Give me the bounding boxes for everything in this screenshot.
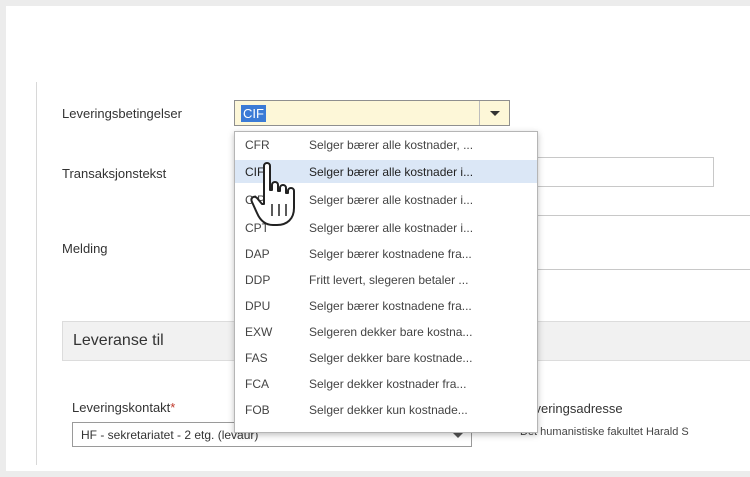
option-desc: Selger bærer alle kostnader, ... (309, 138, 474, 152)
dropdown-option[interactable]: DPU Selger bærer kostnadene fra... (235, 294, 537, 317)
dropdown-option[interactable]: FAS Selger dekker bare kostnade... (235, 346, 537, 369)
option-code: CFR (245, 138, 270, 152)
option-desc: Selger bærer alle kostnader i... (309, 221, 474, 235)
dropdown-option[interactable]: DDP Fritt levert, slegeren betaler ... (235, 268, 537, 291)
contact-label: Leveringskontakt* (72, 400, 175, 415)
chevron-down-icon (490, 111, 500, 116)
required-marker: * (170, 400, 176, 415)
chevron-down-icon (453, 433, 463, 438)
option-code: FAS (245, 351, 268, 365)
option-desc: Selger bærer kostnadene fra... (309, 299, 472, 313)
option-desc: Selgeren dekker bare kostna... (309, 325, 473, 339)
option-code: DDP (245, 273, 271, 287)
section-divider (36, 82, 37, 465)
dropdown-option[interactable]: DAP Selger bærer kostnadene fra... (235, 242, 537, 265)
hand-pointer-icon (250, 162, 295, 226)
dropdown-toggle[interactable] (479, 101, 509, 125)
option-code: FCA (245, 377, 269, 391)
delivery-terms-value: CIF (241, 105, 266, 122)
delivery-terms-select[interactable]: CIF (234, 100, 510, 126)
option-desc: Selger bærer alle kostnader i... (309, 165, 474, 179)
contact-label-text: Leveringskontakt (72, 400, 171, 415)
dropdown-option[interactable]: FOB Selger dekker kun kostnade... (235, 398, 537, 421)
option-code: EXW (245, 325, 273, 339)
option-code: DPU (245, 299, 271, 313)
option-desc: Selger dekker bare kostnade... (309, 351, 473, 365)
option-desc: Selger dekker kostnader fra... (309, 377, 467, 391)
section-title: Leveranse til (73, 332, 164, 349)
dropdown-option[interactable]: EXW Selgeren dekker bare kostna... (235, 320, 537, 343)
transaction-text-label: Transaksjonstekst (62, 166, 167, 181)
option-desc: Selger bærer kostnadene fra... (309, 247, 472, 261)
option-code: FOB (245, 403, 270, 417)
dropdown-option[interactable]: FCA Selger dekker kostnader fra... (235, 372, 537, 395)
option-desc: Fritt levert, slegeren betaler ... (309, 273, 469, 287)
option-desc: Selger bærer alle kostnader i... (309, 193, 474, 207)
dropdown-option[interactable]: CFR Selger bærer alle kostnader, ... (235, 133, 537, 156)
contact-value: HF - sekretariatet - 2 etg. (levaur) (81, 428, 259, 442)
message-label: Melding (62, 241, 108, 256)
option-desc: Selger dekker kun kostnade... (309, 403, 468, 417)
option-code: DAP (245, 247, 270, 261)
address-value: Det humanistiske fakultet Harald S (520, 426, 689, 438)
delivery-terms-label: Leveringsbetingelser (62, 106, 182, 121)
